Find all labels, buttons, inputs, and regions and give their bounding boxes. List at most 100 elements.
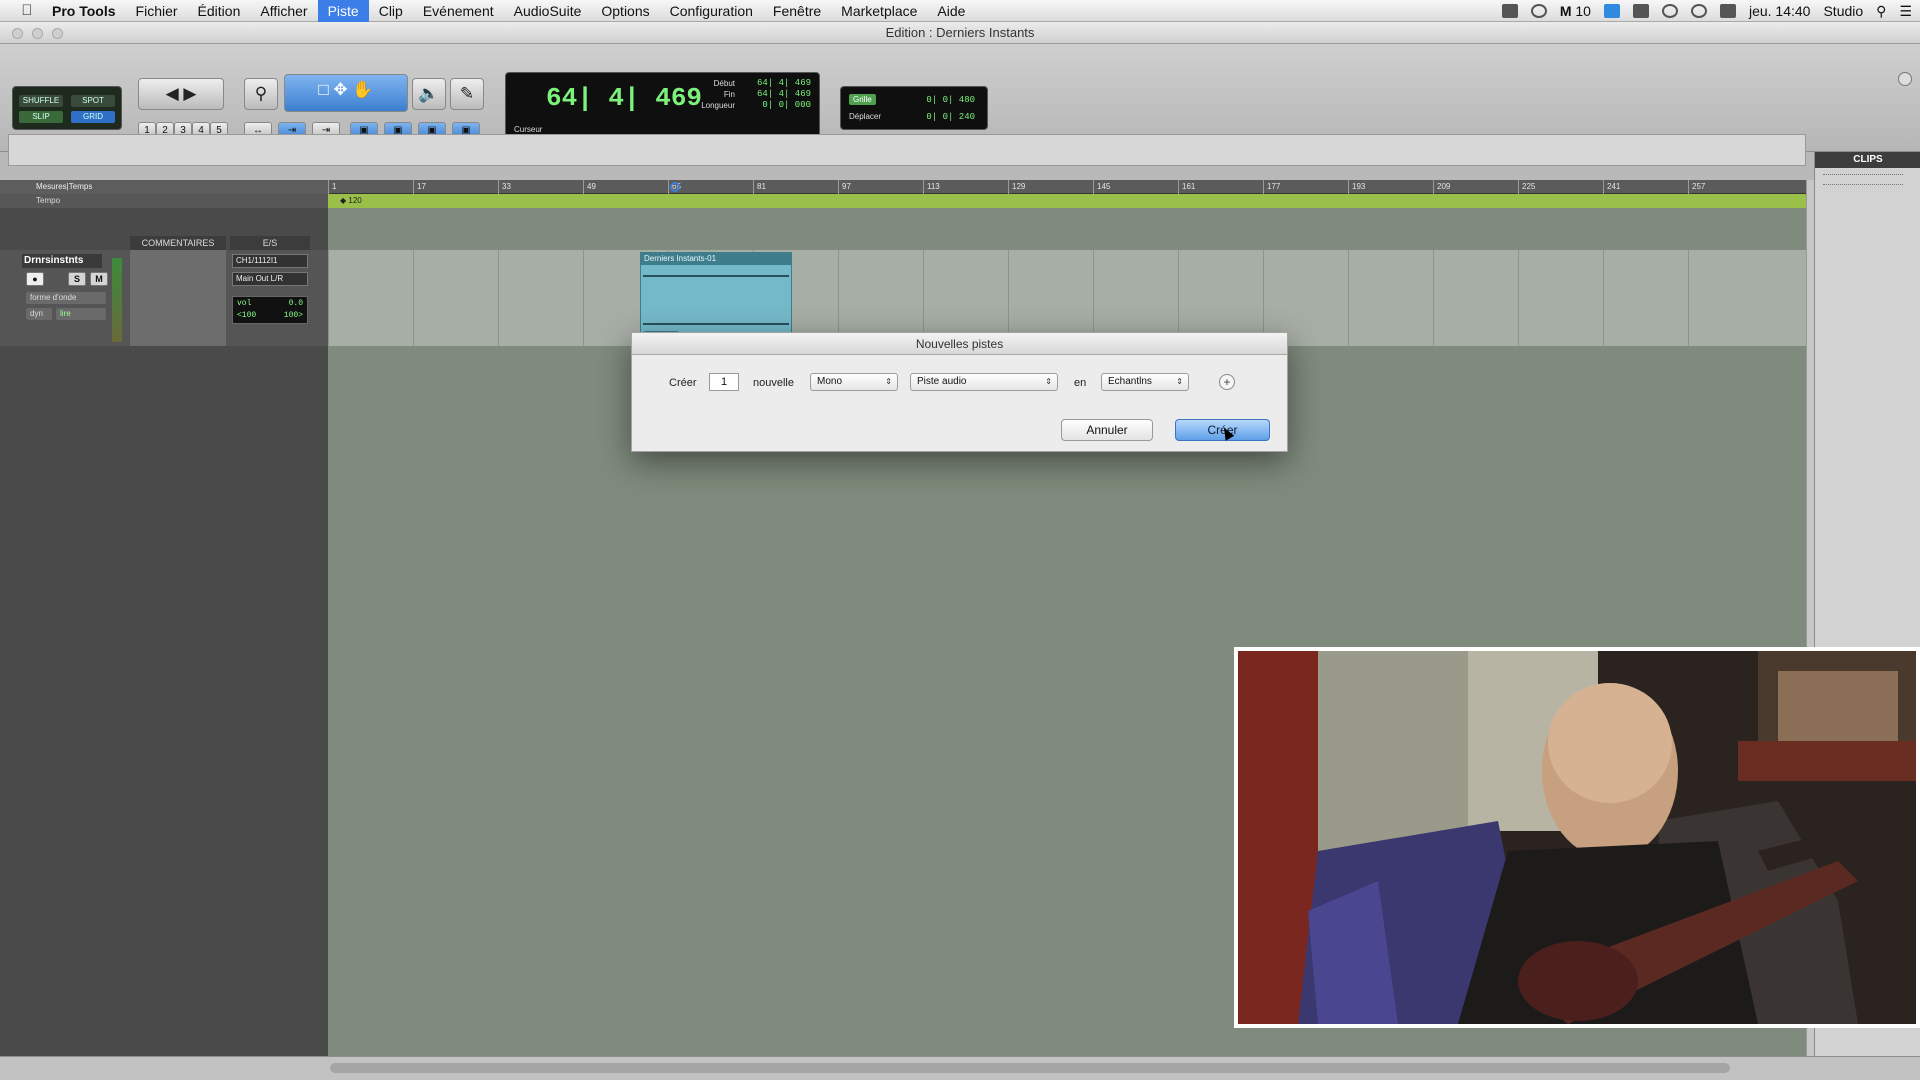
track-type-select[interactable]: Piste audio ⇕ bbox=[910, 373, 1058, 391]
bluetooth-icon[interactable] bbox=[1690, 4, 1707, 18]
menu-fichier[interactable]: Fichier bbox=[126, 0, 188, 22]
format-select[interactable]: Mono ⇕ bbox=[810, 373, 898, 391]
solo-button[interactable]: S bbox=[68, 272, 86, 286]
menu-clip[interactable]: Clip bbox=[369, 0, 413, 22]
mute-button[interactable]: M bbox=[90, 272, 108, 286]
horizontal-scrollbar[interactable] bbox=[0, 1056, 1920, 1080]
menu-fenetre[interactable]: Fenêtre bbox=[763, 0, 831, 22]
clock[interactable]: jeu. 14:40 bbox=[1749, 3, 1811, 19]
zoomer-tool-icon[interactable]: ⚲ bbox=[244, 78, 278, 110]
menu-edition[interactable]: Édition bbox=[188, 0, 251, 22]
counter-length-value[interactable]: 0| 0| 000 bbox=[762, 100, 811, 110]
format-value: Mono bbox=[817, 376, 843, 387]
track-comments[interactable] bbox=[130, 250, 226, 346]
mode-shuffle[interactable]: SHUFFLE bbox=[19, 95, 63, 107]
tracks-column: Mesures|Temps Tempo COMMENTAIRES E/S Drn… bbox=[0, 180, 328, 1080]
ruler-strip bbox=[8, 134, 1806, 166]
notification-list-icon[interactable]: ☰ bbox=[1899, 3, 1912, 20]
minimize-window-icon[interactable] bbox=[32, 28, 43, 39]
menu-audiosuite[interactable]: AudioSuite bbox=[504, 0, 592, 22]
playhead-icon[interactable] bbox=[670, 182, 680, 192]
new-label: nouvelle bbox=[753, 377, 794, 389]
user-name[interactable]: Studio bbox=[1823, 3, 1863, 19]
pan-right[interactable]: 100> bbox=[284, 311, 303, 320]
counter-length-label: Longueur bbox=[701, 101, 735, 110]
dropbox-icon[interactable] bbox=[1603, 4, 1620, 18]
spotlight-icon[interactable]: ⚲ bbox=[1876, 3, 1886, 20]
grid-label[interactable]: Grille bbox=[849, 94, 876, 105]
ruler-tick: 193 bbox=[1348, 180, 1365, 194]
volume-icon[interactable] bbox=[1719, 4, 1736, 18]
clip-waveform-bottom bbox=[643, 323, 789, 325]
ruler-tick: 49 bbox=[583, 180, 596, 194]
camera-icon[interactable] bbox=[1501, 4, 1518, 18]
mode-spot[interactable]: SPOT bbox=[71, 95, 115, 107]
grid-line bbox=[1518, 250, 1519, 346]
ruler-tick: 97 bbox=[838, 180, 851, 194]
nudge-label[interactable]: Déplacer bbox=[849, 112, 881, 121]
bars-beats-ruler[interactable]: 1 17 33 49 65 81 97 113 129 145 161 177 193 209 225 241… bbox=[328, 180, 1814, 194]
mode-slip[interactable]: SLIP bbox=[19, 111, 63, 123]
menu-piste[interactable]: Piste bbox=[317, 0, 369, 22]
ruler-tick: 161 bbox=[1178, 180, 1195, 194]
pencil-tool-icon[interactable]: ✎ bbox=[450, 78, 484, 110]
track-dyn[interactable]: dyn bbox=[26, 308, 52, 320]
menu-marketplace[interactable]: Marketplace bbox=[831, 0, 927, 22]
horizontal-scroll-thumb[interactable] bbox=[330, 1063, 1730, 1073]
scrubber-tool-icon[interactable]: 🔈 bbox=[412, 78, 446, 110]
select-arrows-icon: ⇕ bbox=[885, 377, 892, 386]
clip-list-item[interactable] bbox=[1823, 174, 1903, 178]
track-output[interactable]: Main Out L/R bbox=[232, 272, 308, 286]
timebase-select[interactable]: Echantlns ⇕ bbox=[1101, 373, 1189, 391]
sync-icon[interactable] bbox=[1530, 4, 1547, 18]
track-volume[interactable]: vol 0.0 <100 100> bbox=[232, 296, 308, 324]
webcam-scene bbox=[1238, 651, 1916, 1024]
counter-main-value[interactable]: 64| 4| 469 bbox=[546, 83, 702, 113]
smart-tool-icon[interactable]: □ ✥ ✋ bbox=[284, 74, 408, 112]
ruler-label-tempo[interactable]: Tempo bbox=[0, 194, 328, 208]
clips-panel-title[interactable]: CLIPS bbox=[1815, 152, 1920, 168]
grid-line bbox=[498, 250, 499, 346]
pan-left[interactable]: <100 bbox=[237, 311, 256, 320]
cancel-button[interactable]: Annuler bbox=[1061, 419, 1153, 441]
close-window-icon[interactable] bbox=[12, 28, 23, 39]
status-area: M 10 jeu. 14:40 Studio ⚲ ☰ bbox=[1501, 0, 1912, 22]
vol-value[interactable]: 0.0 bbox=[289, 299, 303, 308]
counter-start-label: Début bbox=[713, 79, 735, 88]
track-count-field[interactable]: 1 bbox=[709, 373, 739, 391]
grid-line bbox=[1603, 250, 1604, 346]
nudge-value[interactable]: 0| 0| 240 bbox=[926, 112, 975, 122]
menu-afficher[interactable]: Afficher bbox=[250, 0, 317, 22]
app-menu[interactable]: Pro Tools bbox=[38, 0, 126, 22]
clip-list-item[interactable] bbox=[1823, 184, 1903, 188]
counter-start-value[interactable]: 64| 4| 469 bbox=[757, 78, 811, 88]
main-counter[interactable]: 64| 4| 469 Début Fin Longueur 64| 4| 469… bbox=[505, 72, 820, 142]
timebase-value: Echantlns bbox=[1108, 376, 1152, 387]
menu-aide[interactable]: Aide bbox=[927, 0, 975, 22]
ruler-tick: 1 bbox=[328, 180, 336, 194]
record-arm-button[interactable]: ● bbox=[26, 272, 44, 286]
track-view-selector[interactable]: forme d'onde bbox=[26, 292, 106, 304]
counter-end-value[interactable]: 64| 4| 469 bbox=[757, 89, 811, 99]
audio-clip[interactable]: Derniers Instants-01 bbox=[640, 252, 792, 344]
menu-options[interactable]: Options bbox=[591, 0, 659, 22]
automation-mode[interactable]: lire bbox=[56, 308, 106, 320]
display-icon[interactable] bbox=[1632, 4, 1649, 18]
counter-cursor-label: Curseur bbox=[514, 125, 543, 134]
add-row-icon[interactable]: + bbox=[1219, 374, 1235, 390]
tempo-ruler[interactable]: ◆ 120 bbox=[328, 194, 1814, 208]
grid-value[interactable]: 0| 0| 480 bbox=[926, 95, 975, 105]
ruler-label-mesures[interactable]: Mesures|Temps bbox=[0, 180, 328, 194]
menu-evenement[interactable]: Evénement bbox=[413, 0, 504, 22]
status-number[interactable]: M 10 bbox=[1560, 3, 1591, 19]
track-input[interactable]: CH1/1112I1 bbox=[232, 254, 308, 268]
tempo-value: 120 bbox=[348, 196, 362, 205]
time-machine-icon[interactable] bbox=[1661, 4, 1678, 18]
toolbar-menu-icon[interactable] bbox=[1898, 72, 1912, 86]
apple-menu-icon[interactable]:  bbox=[16, 2, 38, 19]
menu-configuration[interactable]: Configuration bbox=[660, 0, 763, 22]
mode-grid[interactable]: GRID bbox=[71, 111, 115, 123]
zoom-toggle-button[interactable]: ◀ ▶ bbox=[138, 78, 224, 110]
track-name[interactable]: Drnrsinstnts bbox=[22, 254, 102, 268]
zoom-window-icon[interactable] bbox=[52, 28, 63, 39]
